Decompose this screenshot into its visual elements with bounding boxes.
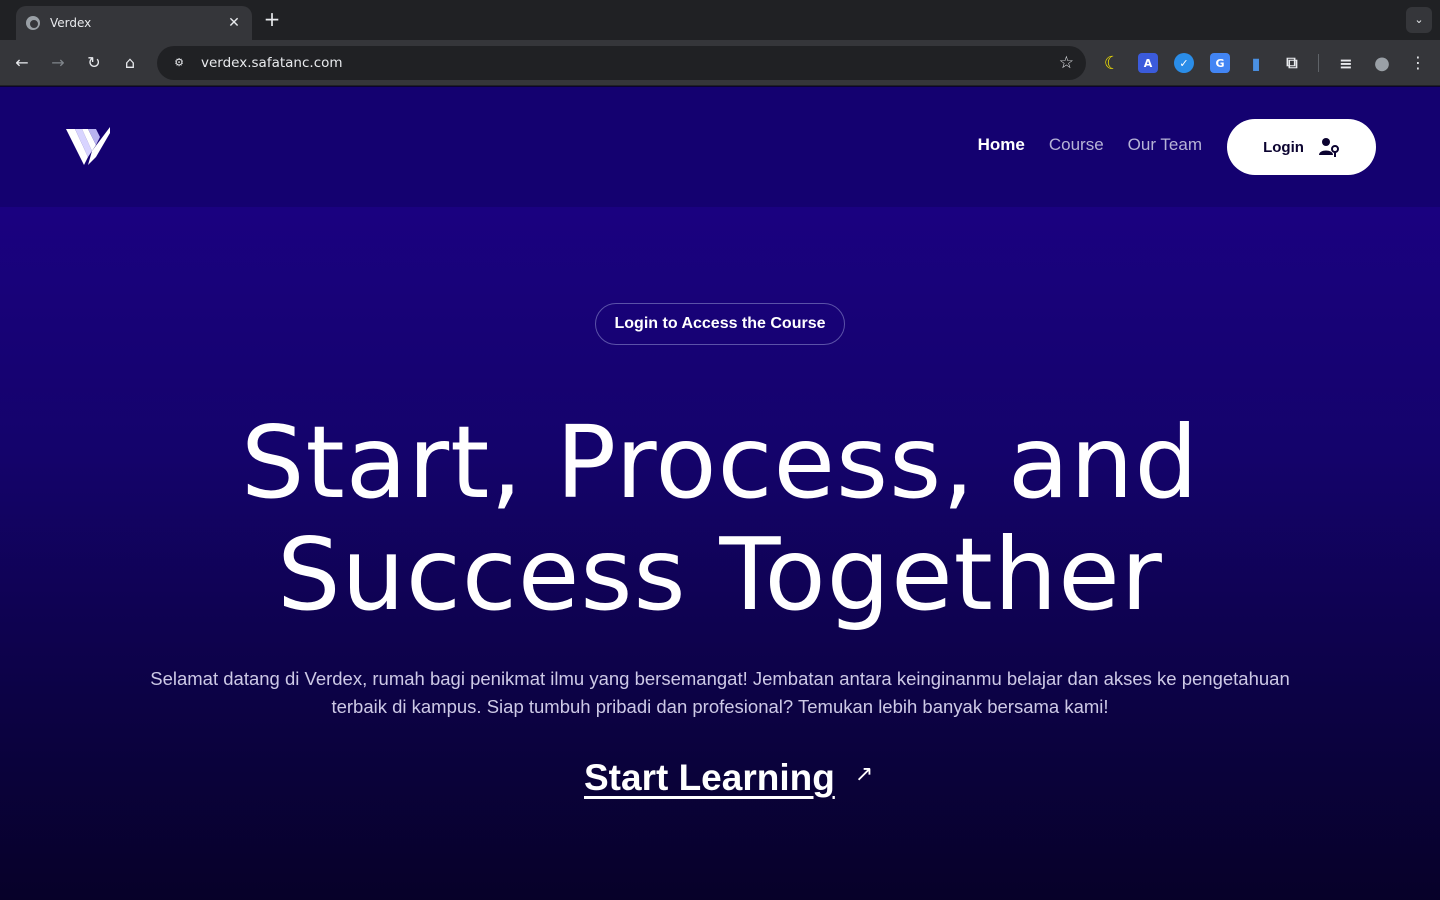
- compass-glyph: ✓: [1179, 56, 1189, 70]
- browser-menu-icon[interactable]: ⋮: [1406, 51, 1430, 75]
- browser-tab[interactable]: Verdex ✕: [16, 6, 252, 40]
- start-learning-link[interactable]: Start Learning ↗: [584, 757, 873, 799]
- hero-title-line-1: Start, Process, and: [241, 404, 1199, 521]
- globe-icon: [26, 16, 40, 30]
- nav-home-link[interactable]: Home: [978, 135, 1025, 155]
- compass-extension-icon[interactable]: ✓: [1174, 53, 1194, 73]
- puzzle-glyph: ⧉: [1286, 53, 1298, 72]
- nav-course-link[interactable]: Course: [1049, 135, 1104, 155]
- url-text[interactable]: verdex.safatanc.com: [201, 55, 1059, 71]
- browser-tab-strip: Verdex ✕ + ⌄: [0, 0, 1440, 40]
- hero-description: Selamat datang di Verdex, rumah bagi pen…: [150, 668, 1290, 717]
- page-content: Home Course Our Team Login Login to Acce…: [0, 87, 1440, 900]
- arrow-up-right-icon: ↗: [854, 761, 874, 787]
- user-key-icon: [1318, 138, 1339, 157]
- nav-our-team-link[interactable]: Our Team: [1128, 135, 1202, 155]
- media-glyph: ≡: [1339, 53, 1353, 73]
- site-header: Home Course Our Team Login: [0, 87, 1440, 207]
- login-button[interactable]: Login: [1227, 119, 1376, 175]
- site-settings-icon[interactable]: ⚙: [169, 53, 189, 73]
- profile-avatar-icon[interactable]: ●: [1372, 52, 1392, 74]
- forward-button[interactable]: →: [46, 51, 70, 75]
- tab-search-chevron-icon[interactable]: ⌄: [1406, 7, 1432, 33]
- document-extension-icon[interactable]: ▮: [1246, 53, 1266, 73]
- main-nav: Home Course Our Team: [978, 135, 1202, 155]
- moon-extension-icon[interactable]: ☾: [1102, 52, 1122, 74]
- google-translate-extension-icon[interactable]: G: [1210, 53, 1230, 73]
- new-tab-button[interactable]: +: [260, 8, 284, 32]
- translate-a-glyph: A: [1143, 56, 1153, 70]
- start-learning-label: Start Learning: [584, 757, 835, 798]
- browser-toolbar: ← → ↻ ⌂ ⚙ verdex.safatanc.com ☆ ☾ A ✓ G …: [0, 40, 1440, 86]
- toolbar-divider: [1318, 54, 1319, 72]
- hero-title-line-2: Success Together: [277, 516, 1163, 633]
- close-tab-icon[interactable]: ✕: [226, 15, 242, 31]
- login-label: Login: [1263, 138, 1304, 156]
- bookmark-star-icon[interactable]: ☆: [1059, 53, 1074, 73]
- document-glyph: ▮: [1251, 53, 1261, 73]
- google-translate-glyph: G: [1215, 56, 1225, 70]
- hero-title: Start, Process, and Success Together: [0, 407, 1440, 631]
- reload-button[interactable]: ↻: [82, 51, 106, 75]
- tab-title: Verdex: [50, 16, 92, 30]
- media-queue-icon[interactable]: ≡: [1336, 53, 1356, 73]
- puzzle-extension-icon[interactable]: ⧉: [1282, 53, 1302, 73]
- avatar-glyph: ●: [1374, 52, 1390, 74]
- address-bar[interactable]: ⚙ verdex.safatanc.com ☆: [157, 46, 1086, 80]
- translate-a-extension-icon[interactable]: A: [1138, 53, 1158, 73]
- back-button[interactable]: ←: [10, 51, 34, 75]
- login-access-pill-button[interactable]: Login to Access the Course: [595, 303, 845, 345]
- moon-glyph: ☾: [1103, 52, 1121, 74]
- verdex-logo-icon[interactable]: [66, 127, 110, 167]
- home-button[interactable]: ⌂: [118, 51, 142, 75]
